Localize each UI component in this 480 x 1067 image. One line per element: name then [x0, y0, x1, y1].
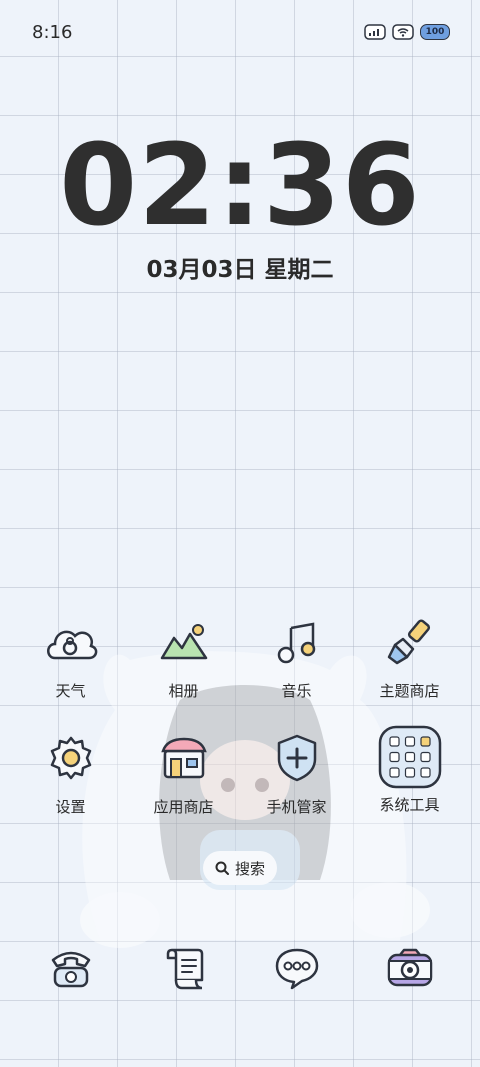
- app-label: 设置: [55, 798, 86, 816]
- wifi-icon: [392, 24, 414, 40]
- battery-level: 100: [425, 27, 445, 37]
- lockscreen-date: 03月03日 星期二: [146, 257, 334, 283]
- search-label: 搜索: [234, 859, 265, 878]
- phone-telephone-icon: [41, 938, 101, 998]
- search-icon: [215, 861, 229, 875]
- app-settings[interactable]: 设置: [14, 728, 127, 817]
- lockscreen-clock: 02:36: [59, 121, 421, 251]
- gallery-mountain-icon: [154, 612, 214, 672]
- app-music[interactable]: 音乐: [240, 612, 353, 701]
- app-label: 应用商店: [153, 798, 214, 816]
- settings-gear-icon: [41, 728, 101, 788]
- app-system-tools[interactable]: 系统工具: [353, 724, 466, 815]
- battery-indicator: 100: [420, 24, 450, 40]
- messages-bubble-icon: [267, 938, 327, 998]
- app-label: 系统工具: [379, 796, 440, 814]
- dock-contacts[interactable]: [127, 938, 240, 998]
- signal-icon: [364, 24, 386, 40]
- app-weather[interactable]: 天气: [14, 612, 127, 701]
- app-phone-manager[interactable]: 手机管家: [240, 728, 353, 817]
- app-label: 音乐: [281, 682, 312, 700]
- app-label: 手机管家: [266, 798, 327, 816]
- app-label: 相册: [168, 682, 199, 700]
- contacts-scroll-icon: [154, 938, 214, 998]
- dock-camera[interactable]: [353, 938, 466, 998]
- music-note-icon: [267, 612, 327, 672]
- app-gallery[interactable]: 相册: [127, 612, 240, 701]
- dock-phone[interactable]: [14, 938, 127, 998]
- theme-brush-icon: [380, 612, 440, 672]
- status-time: 8:16: [32, 22, 73, 43]
- status-bar: 8:16 100: [32, 22, 450, 46]
- system-tools-folder-icon: [377, 724, 443, 790]
- app-label: 主题商店: [379, 682, 440, 700]
- app-store-shop-icon: [154, 728, 214, 788]
- dock-messages[interactable]: [240, 938, 353, 998]
- app-app-store[interactable]: 应用商店: [127, 728, 240, 817]
- search-button[interactable]: 搜索: [203, 851, 277, 885]
- phone-manager-shield-icon: [267, 728, 327, 788]
- app-theme-store[interactable]: 主题商店: [353, 612, 466, 701]
- app-label: 天气: [55, 682, 86, 700]
- camera-icon: [380, 938, 440, 998]
- weather-cloud-icon: [41, 612, 101, 672]
